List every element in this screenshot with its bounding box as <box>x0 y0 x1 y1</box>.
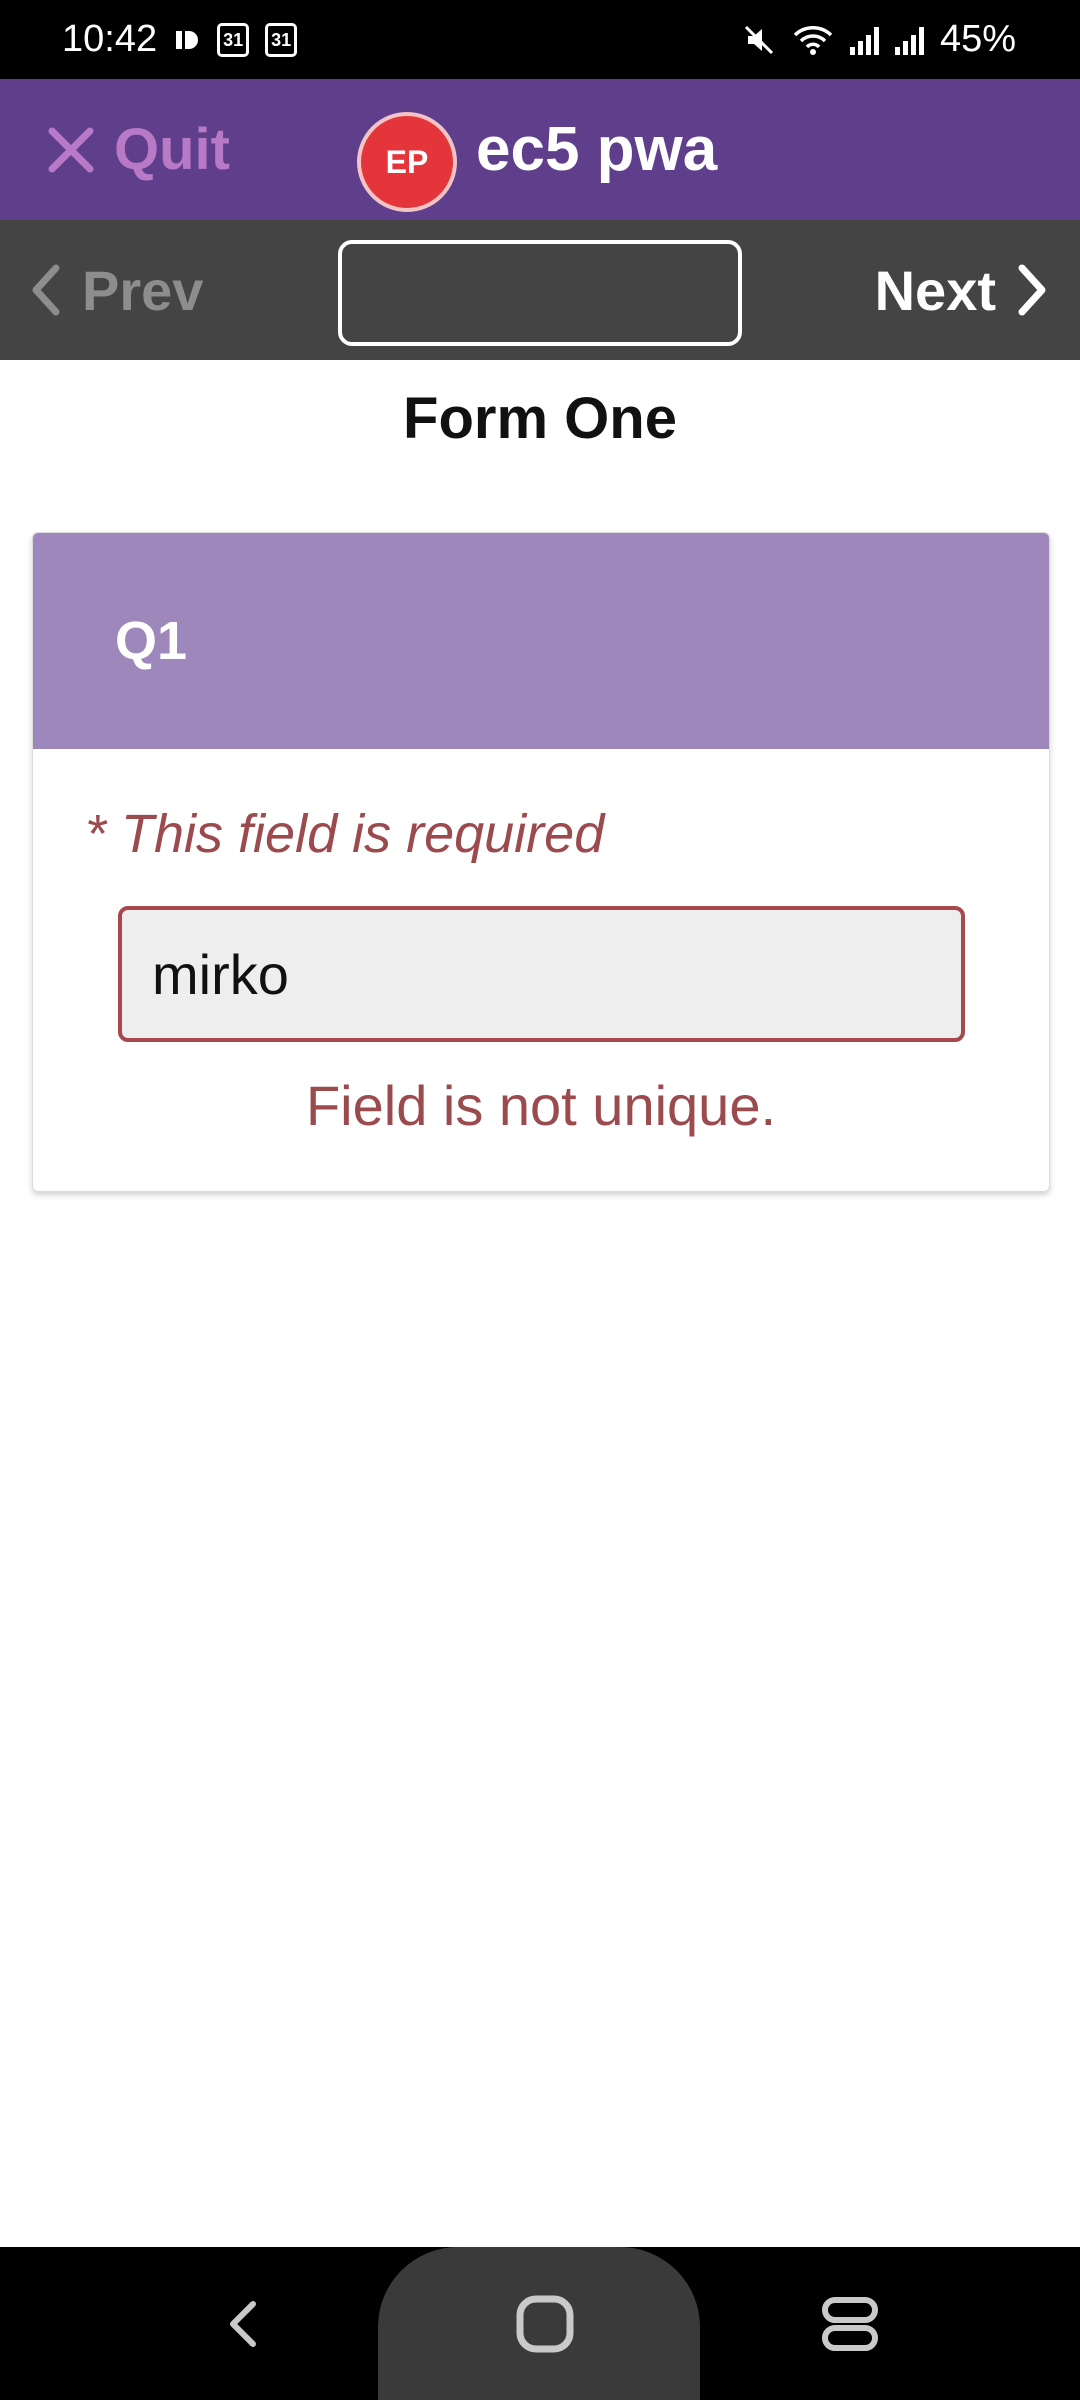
calendar-icon: 31 <box>265 22 298 57</box>
close-icon <box>48 127 94 172</box>
question-label: Q1 <box>115 611 188 671</box>
required-note: * This field is required <box>85 804 605 864</box>
question-header: Q1 <box>33 533 1049 749</box>
home-icon <box>516 2295 574 2352</box>
quit-label: Quit <box>114 117 230 182</box>
recents-icon <box>822 2296 878 2351</box>
battery-percent: 45% <box>939 18 1016 60</box>
next-button[interactable]: Next <box>875 220 1050 360</box>
status-bar: 10:42 31 31 45% <box>0 0 1080 79</box>
app-title: ec5 pwa <box>476 115 718 184</box>
chevron-right-icon <box>1018 264 1046 316</box>
mute-icon <box>744 25 773 54</box>
status-left: 10:42 31 31 <box>62 18 298 61</box>
jump-to-question-field[interactable] <box>338 240 742 346</box>
status-time: 10:42 <box>62 18 158 60</box>
back-icon <box>230 2300 256 2347</box>
prev-label: Prev <box>82 258 204 322</box>
recents-button[interactable] <box>790 2247 910 2400</box>
back-button[interactable] <box>183 2247 303 2400</box>
question-card: Q1 * This field is required Field is not… <box>32 532 1050 1192</box>
signal-r-icon <box>894 25 924 55</box>
next-label: Next <box>874 258 996 322</box>
answer-input[interactable] <box>118 906 965 1042</box>
form-title: Form One <box>403 386 677 451</box>
wifi-icon <box>793 25 833 55</box>
quit-button[interactable]: Quit <box>46 79 230 220</box>
home-button[interactable] <box>485 2247 605 2400</box>
app-logo: EP <box>357 112 457 212</box>
signal-icon <box>849 25 879 55</box>
validation-error: Field is not unique. <box>305 1074 777 1137</box>
media-icon <box>176 30 199 49</box>
nav-bar: Prev Next <box>0 220 1080 360</box>
chevron-left-icon <box>32 264 60 316</box>
calendar-icon: 31 <box>217 22 250 57</box>
app-header: Quit EP ec5 pwa <box>0 79 1080 220</box>
prev-button[interactable]: Prev <box>28 220 203 360</box>
system-nav-bar <box>0 2247 1080 2400</box>
status-right: 45% <box>742 18 1016 61</box>
